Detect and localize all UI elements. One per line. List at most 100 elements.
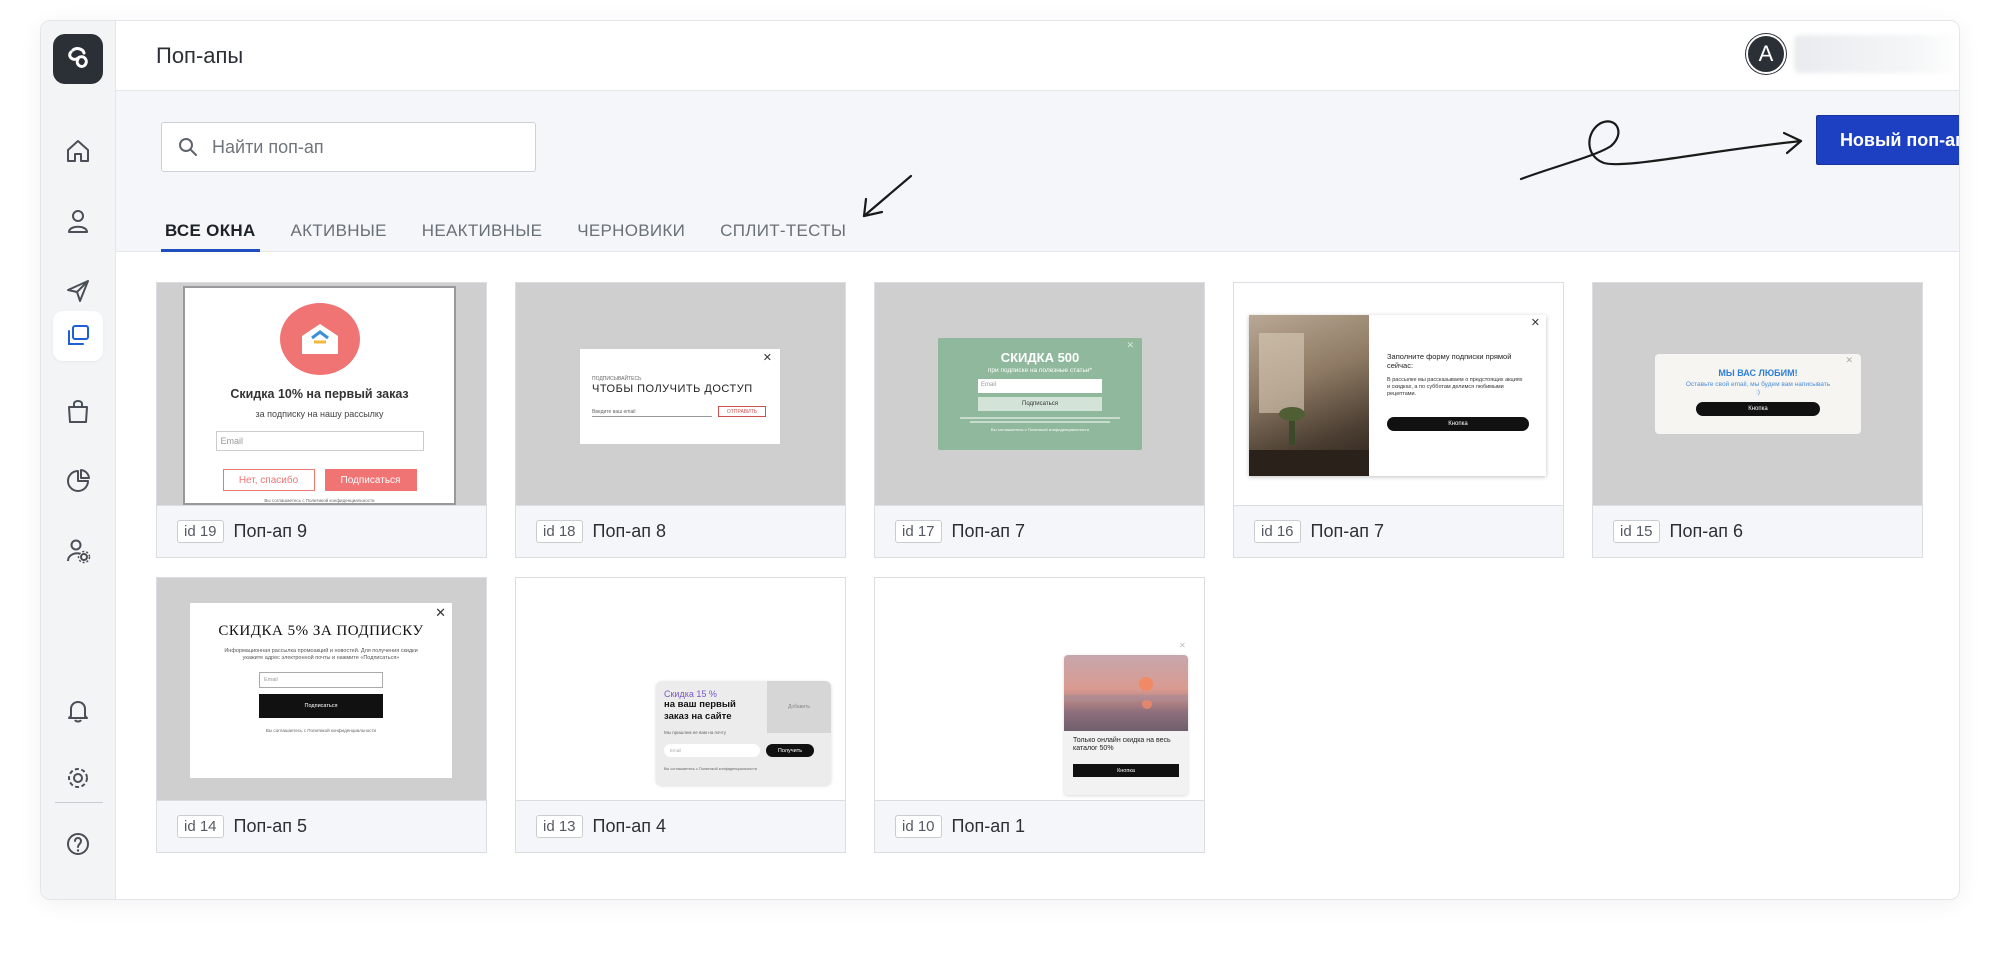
popup-preview: ✕ Только онлайн скидка на весь каталог 5…: [875, 578, 1204, 800]
preview-subtitle: при подписке на полезные статьи*: [987, 367, 1093, 374]
tab-inactive[interactable]: НЕАКТИВНЫЕ: [422, 190, 542, 252]
id-badge: id 14: [177, 815, 224, 838]
card-name: Поп-ап 7: [1310, 521, 1384, 541]
popup-preview: ✕ СКИДКА 500 при подписке на полезные ст…: [875, 283, 1204, 505]
card-footer: id 13 Поп-ап 4: [516, 800, 845, 852]
preview-field-label: Введите ваш email: [592, 409, 636, 415]
card-name: Поп-ап 9: [233, 521, 307, 541]
user-name-blurred[interactable]: [1794, 35, 1959, 73]
id-badge: id 19: [177, 520, 224, 543]
card-footer: id 18 Поп-ап 8: [516, 505, 845, 557]
close-icon: ✕: [1179, 641, 1186, 650]
popup-card[interactable]: ✕ СКИДКА 500 при подписке на полезные ст…: [874, 282, 1205, 558]
nav-popups[interactable]: [53, 311, 103, 361]
card-footer: id 14 Поп-ап 5: [157, 800, 486, 852]
preview-title: Скидка 10% на первый заказ: [230, 387, 409, 401]
controls-panel: ВСЕ ОКНА АКТИВНЫЕ НЕАКТИВНЫЕ ЧЕРНОВИКИ С…: [116, 91, 1959, 252]
send-icon: [67, 280, 89, 302]
popup-card[interactable]: Добавить Скидка 15 % на ваш первый заказ…: [515, 577, 846, 853]
preview-image-placeholder: Добавить: [767, 681, 831, 733]
nav-shop[interactable]: [53, 386, 103, 436]
preview-button: Подписаться: [978, 397, 1102, 411]
card-name: Поп-ап 5: [233, 816, 307, 836]
top-bar: Поп-апы A: [116, 21, 1959, 91]
envelope-icon: [279, 303, 360, 375]
search-box[interactable]: [161, 122, 536, 172]
preview-kicker: ПОДПИСЫВАЙТЕСЬ: [592, 376, 642, 382]
popup-preview: Добавить Скидка 15 % на ваш первый заказ…: [516, 578, 845, 800]
tab-drafts[interactable]: ЧЕРНОВИКИ: [577, 190, 685, 252]
new-popup-button[interactable]: Новый поп-ап: [1816, 115, 1959, 165]
shopping-bag-icon: [68, 400, 88, 423]
preview-title: МЫ ВАС ЛЮБИМ!: [1718, 368, 1798, 378]
help-icon: [67, 833, 89, 855]
preview-photo: [1249, 315, 1369, 476]
popup-preview: ✕ СКИДКА 5% ЗА ПОДПИСКУ Информационная р…: [157, 578, 486, 800]
id-badge: id 16: [1254, 520, 1301, 543]
close-icon: ✕: [435, 605, 446, 620]
preview-photo: [1064, 655, 1188, 731]
preview-button: Кнопка: [1387, 417, 1529, 431]
preview-consent: Вы соглашаетесь с Политикой конфиденциал…: [991, 427, 1089, 432]
annotation-arrow-new-button: [1519, 120, 1803, 181]
preview-text: Оставьте свой email, мы будем вам написы…: [1685, 381, 1831, 396]
nav-users[interactable]: [53, 196, 103, 246]
preview-email: Email: [664, 744, 760, 757]
popup-card[interactable]: ✕ МЫ ВАС ЛЮБИМ! Оставьте свой email, мы …: [1592, 282, 1923, 558]
preview-consent: Вы соглашаетесь с Политикой конфиденциал…: [264, 498, 375, 503]
popup-preview: ✕ ПОДПИСЫВАЙТЕСЬ ЧТОБЫ ПОЛУЧИТЬ ДОСТУП В…: [516, 283, 845, 505]
page-title: Поп-апы: [156, 43, 244, 68]
card-footer: id 16 Поп-ап 7: [1234, 505, 1563, 557]
preview-subscribe: Подписаться: [324, 469, 417, 491]
preview-title: ЧТОБЫ ПОЛУЧИТЬ ДОСТУП: [592, 383, 753, 395]
close-icon: ✕: [1845, 355, 1853, 365]
id-badge: id 10: [895, 815, 942, 838]
preview-text: Информационная рассылка промоакций и нов…: [224, 648, 418, 662]
gear-icon: [68, 768, 88, 788]
tab-active[interactable]: АКТИВНЫЕ: [291, 190, 387, 252]
popup-card[interactable]: ✕ Заполните форму подписки прямой сейчас…: [1233, 282, 1564, 558]
popup-card[interactable]: Скидка 10% на первый заказ за подписку н…: [156, 282, 487, 558]
id-badge: id 15: [1613, 520, 1660, 543]
preview-title: Только онлайн скидка на весь каталог 50%: [1073, 737, 1171, 753]
sidebar: [41, 21, 116, 899]
avatar[interactable]: A: [1746, 34, 1786, 74]
popup-preview: Скидка 10% на первый заказ за подписку н…: [157, 283, 486, 505]
nav-analytics[interactable]: [53, 456, 103, 506]
close-icon: ✕: [762, 352, 772, 364]
card-name: Поп-ап 1: [951, 816, 1025, 836]
preview-title: на ваш первый заказ на сайте: [664, 699, 736, 722]
preview-button: Кнопка: [1073, 764, 1179, 777]
preview-email: Email: [978, 379, 1102, 393]
nav-notifications[interactable]: [53, 686, 103, 736]
preview-decline: Нет, спасибо: [222, 469, 315, 491]
pie-chart-icon: [67, 469, 90, 492]
popup-card[interactable]: ✕ ПОДПИСЫВАЙТЕСЬ ЧТОБЫ ПОЛУЧИТЬ ДОСТУП В…: [515, 282, 846, 558]
nav-user-settings[interactable]: [53, 526, 103, 576]
preview-consent: Вы соглашаетесь с Политикой конфиденциал…: [265, 728, 377, 734]
logo-icon: [68, 47, 88, 68]
nav-campaigns[interactable]: [53, 266, 103, 316]
tab-split-tests[interactable]: СПЛИТ-ТЕСТЫ: [720, 190, 846, 252]
search-input[interactable]: [212, 136, 512, 158]
nav-help[interactable]: [53, 819, 103, 869]
id-badge: id 18: [536, 520, 583, 543]
popups-icon: [68, 325, 89, 345]
card-name: Поп-ап 8: [592, 521, 666, 541]
nav-home[interactable]: [53, 126, 103, 176]
id-badge: id 13: [536, 815, 583, 838]
tabs: ВСЕ ОКНА АКТИВНЫЕ НЕАКТИВНЫЕ ЧЕРНОВИКИ С…: [161, 190, 881, 252]
close-icon: ✕: [1126, 340, 1134, 350]
tab-all[interactable]: ВСЕ ОКНА: [161, 190, 260, 252]
card-name: Поп-ап 7: [951, 521, 1025, 541]
nav-settings[interactable]: [53, 753, 103, 803]
card-name: Поп-ап 4: [592, 816, 666, 836]
preview-button: Получить: [766, 744, 814, 757]
bell-icon: [68, 701, 88, 723]
app-window: Поп-апы A ВСЕ ОКНА АКТИВНЫЕ НЕАКТИВНЫЕ Ч…: [40, 20, 1960, 900]
popup-card[interactable]: ✕ СКИДКА 5% ЗА ПОДПИСКУ Информационная р…: [156, 577, 487, 853]
preview-email: Email: [215, 431, 424, 451]
preview-title: СКИДКА 5% ЗА ПОДПИСКУ: [218, 623, 424, 639]
app-logo[interactable]: [53, 34, 103, 84]
popup-card[interactable]: ✕ Только онлайн скидка на весь каталог 5…: [874, 577, 1205, 853]
